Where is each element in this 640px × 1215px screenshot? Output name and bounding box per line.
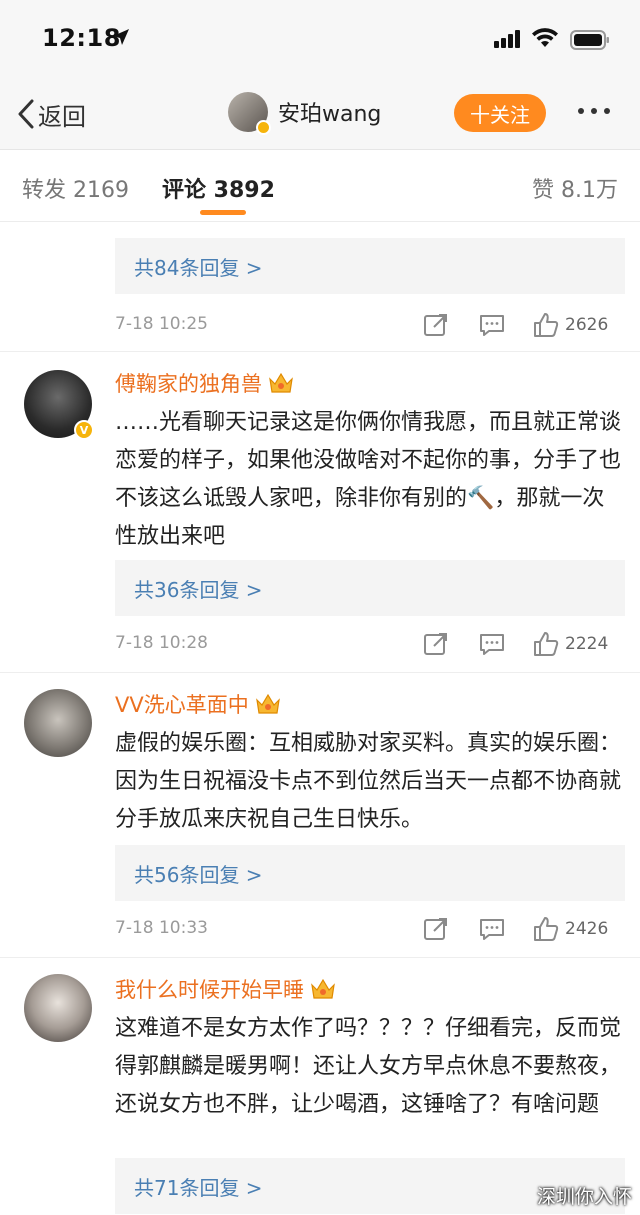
- author-header[interactable]: 安珀wang: [228, 92, 381, 135]
- comment-text: 这难道不是女方太作了吗？？？？仔细看完，反而觉得郭麒麟是暖男啊！还让人女方早点休…: [115, 1016, 622, 1117]
- author-avatar[interactable]: [228, 92, 271, 135]
- thumbs-up-icon: [534, 313, 559, 337]
- location-arrow-icon: [113, 29, 129, 45]
- comment-item: 我什么时候开始早睡 这难道不是女方太作了吗？？？？仔细看完，反而觉得郭麒麟是暖男…: [0, 958, 640, 1215]
- wifi-icon: [532, 28, 558, 47]
- comment-item: VV洗心革面中 虚假的娱乐圈：互相威胁对家买料。真实的娱乐圈：因为生日祝福没卡点…: [0, 673, 640, 958]
- back-button[interactable]: 返回: [18, 96, 86, 132]
- share-icon[interactable]: [423, 631, 449, 657]
- verified-badge-icon: [256, 120, 271, 135]
- more-options-icon[interactable]: [578, 108, 610, 114]
- commenter-avatar[interactable]: [24, 689, 92, 757]
- comment-feed: 共84条回复 > 7-18 10:25 2626 V 傅鞠家的独角兽 ……光看聊…: [0, 222, 640, 1215]
- commenter-username[interactable]: VV洗心革面中: [115, 689, 281, 719]
- chevron-left-icon: [18, 99, 34, 129]
- comment-meta: 7-18 10:28 2224: [115, 631, 625, 659]
- author-name[interactable]: 安珀wang: [278, 96, 381, 128]
- commenter-username[interactable]: 我什么时候开始早睡: [115, 974, 336, 1004]
- watermark: 深圳你入怀: [536, 1186, 632, 1208]
- comment-icon[interactable]: [479, 312, 505, 338]
- commenter-username[interactable]: 傅鞠家的独角兽: [115, 368, 294, 398]
- tab-likes[interactable]: 赞 8.1万: [532, 172, 618, 204]
- like-button[interactable]: 2626: [533, 312, 608, 338]
- replies-link[interactable]: 共36条回复 >: [115, 560, 625, 616]
- active-tab-indicator: [200, 210, 246, 215]
- replies-link[interactable]: 共84条回复 >: [115, 238, 625, 294]
- like-button[interactable]: 2426: [533, 916, 608, 942]
- comment-item: 共84条回复 > 7-18 10:25 2626: [0, 222, 640, 352]
- status-bar: 12:18: [0, 0, 640, 80]
- like-count: 2426: [565, 919, 609, 939]
- comment-timestamp: 7-18 10:33: [115, 918, 208, 938]
- commenter-avatar[interactable]: V: [24, 370, 94, 440]
- comment-item: V 傅鞠家的独角兽 ……光看聊天记录这是你俩你情我愿，而且就正常谈恋爱的样子，如…: [0, 352, 640, 673]
- crown-badge-icon: [269, 372, 293, 393]
- comment-timestamp: 7-18 10:28: [115, 633, 208, 653]
- like-button[interactable]: 2224: [533, 631, 608, 657]
- tab-comments[interactable]: 评论 3892: [162, 172, 275, 204]
- thumbs-up-icon: [534, 632, 559, 656]
- commenter-avatar[interactable]: [24, 974, 92, 1042]
- like-count: 2626: [565, 315, 609, 335]
- cellular-signal-icon: [494, 30, 520, 48]
- comment-text: 虚假的娱乐圈：互相威胁对家买料。真实的娱乐圈：因为生日祝福没卡点不到位然后当天一…: [115, 731, 622, 832]
- thumbs-up-icon: [534, 917, 559, 941]
- crown-badge-icon: [311, 978, 335, 999]
- follow-button[interactable]: 十关注: [454, 94, 546, 132]
- share-icon[interactable]: [423, 312, 449, 338]
- comment-icon[interactable]: [479, 631, 505, 657]
- nav-bar: 返回 安珀wang 十关注: [0, 80, 640, 150]
- tab-reposts[interactable]: 转发 2169: [22, 172, 129, 204]
- like-count: 2224: [565, 634, 609, 654]
- comment-meta: 7-18 10:25 2626: [115, 312, 625, 340]
- battery-icon: [570, 30, 609, 50]
- tab-bar: 转发 2169 评论 3892 赞 8.1万: [0, 150, 640, 222]
- share-icon[interactable]: [423, 916, 449, 942]
- replies-link[interactable]: 共56条回复 >: [115, 845, 625, 901]
- comment-timestamp: 7-18 10:25: [115, 314, 208, 334]
- comment-icon[interactable]: [479, 916, 505, 942]
- crown-badge-icon: [255, 693, 280, 714]
- comment-text: ……光看聊天记录这是你俩你情我愿，而且就正常谈恋爱的样子，如果他没做啥对不起你的…: [115, 410, 622, 549]
- status-time: 12:18: [42, 24, 121, 52]
- verified-badge-icon: V: [74, 420, 94, 440]
- back-label: 返回: [38, 102, 86, 131]
- comment-meta: 7-18 10:33 2426: [115, 916, 625, 944]
